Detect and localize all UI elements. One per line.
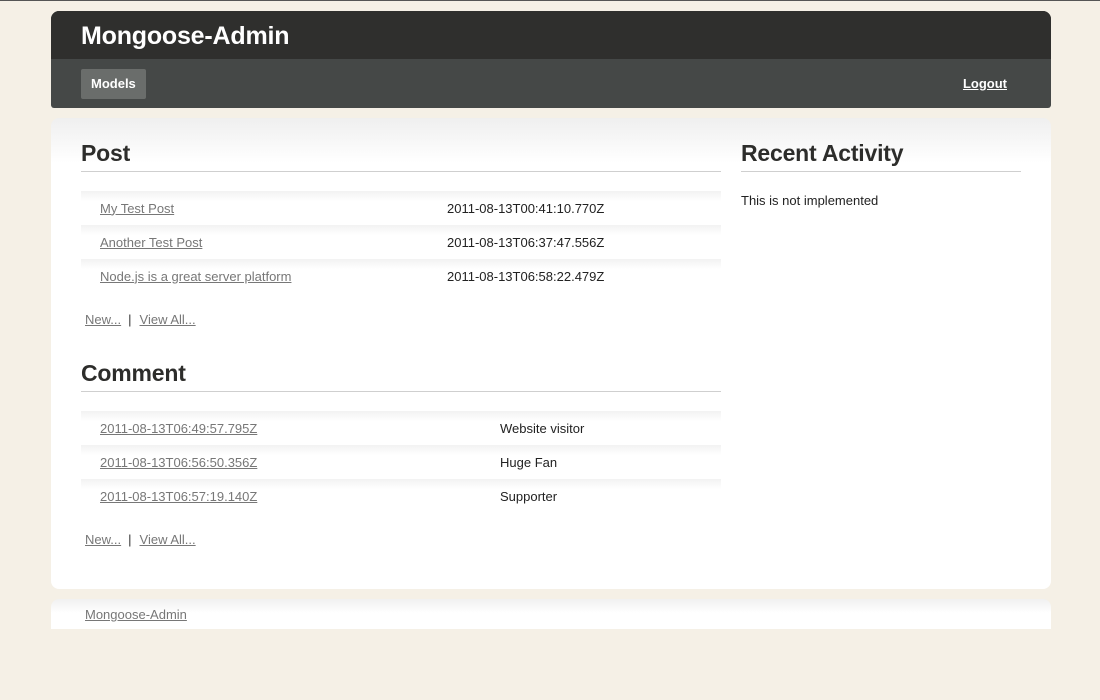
post-view-all-link[interactable]: View All... xyxy=(140,312,196,327)
post-row: My Test Post 2011-08-13T00:41:10.770Z xyxy=(81,191,721,225)
comment-link[interactable]: 2011-08-13T06:56:50.356Z xyxy=(100,455,257,470)
post-date: 2011-08-13T00:41:10.770Z xyxy=(447,200,605,216)
post-date: 2011-08-13T06:37:47.556Z xyxy=(447,234,605,250)
recent-activity-text: This is not implemented xyxy=(741,193,879,208)
comment-actions: New... | View All... xyxy=(81,532,721,552)
post-date: 2011-08-13T06:58:22.479Z xyxy=(447,268,605,284)
post-list: My Test Post 2011-08-13T00:41:10.770Z An… xyxy=(81,191,721,293)
post-link[interactable]: My Test Post xyxy=(100,201,174,216)
recent-activity-title: Recent Activity xyxy=(741,140,1021,172)
comment-row: 2011-08-13T06:57:19.140Z Supporter xyxy=(81,479,721,513)
comment-author: Website visitor xyxy=(500,420,585,436)
post-section-title: Post xyxy=(81,140,721,172)
top-rule xyxy=(0,0,1100,1)
comment-list: 2011-08-13T06:49:57.795Z Website visitor… xyxy=(81,411,721,513)
post-section: Post My Test Post 2011-08-13T00:41:10.77… xyxy=(81,140,721,332)
comment-section-title: Comment xyxy=(81,360,721,392)
header-nav-bar: Models Logout xyxy=(51,59,1051,108)
post-link[interactable]: Another Test Post xyxy=(100,235,202,250)
comment-row: 2011-08-13T06:49:57.795Z Website visitor xyxy=(81,411,721,445)
header-title-bar: Mongoose-Admin xyxy=(51,11,1051,59)
post-row: Node.js is a great server platform 2011-… xyxy=(81,259,721,293)
footer-link[interactable]: Mongoose-Admin xyxy=(85,607,187,622)
post-link[interactable]: Node.js is a great server platform xyxy=(100,269,291,284)
comment-link[interactable]: 2011-08-13T06:57:19.140Z xyxy=(100,489,257,504)
action-separator: | xyxy=(128,312,132,327)
comment-row: 2011-08-13T06:56:50.356Z Huge Fan xyxy=(81,445,721,479)
app-title[interactable]: Mongoose-Admin xyxy=(81,20,289,51)
main-content: Post My Test Post 2011-08-13T00:41:10.77… xyxy=(51,118,1051,589)
comment-author: Huge Fan xyxy=(500,454,558,470)
recent-activity-panel: Recent Activity This is not implemented xyxy=(741,140,1021,208)
comment-link[interactable]: 2011-08-13T06:49:57.795Z xyxy=(100,421,257,436)
nav-models-button[interactable]: Models xyxy=(81,68,146,99)
comment-view-all-link[interactable]: View All... xyxy=(140,532,196,547)
models-column: Post My Test Post 2011-08-13T00:41:10.77… xyxy=(81,140,721,552)
post-row: Another Test Post 2011-08-13T06:37:47.55… xyxy=(81,225,721,259)
footer: Mongoose-Admin xyxy=(51,599,1051,629)
comment-new-link[interactable]: New... xyxy=(85,532,121,547)
app-header: Mongoose-Admin Models Logout xyxy=(51,11,1051,108)
comment-section: Comment 2011-08-13T06:49:57.795Z Website… xyxy=(81,360,721,552)
logout-link[interactable]: Logout xyxy=(963,76,1007,91)
post-new-link[interactable]: New... xyxy=(85,312,121,327)
action-separator: | xyxy=(128,532,132,547)
comment-author: Supporter xyxy=(500,488,558,504)
post-actions: New... | View All... xyxy=(81,312,721,332)
